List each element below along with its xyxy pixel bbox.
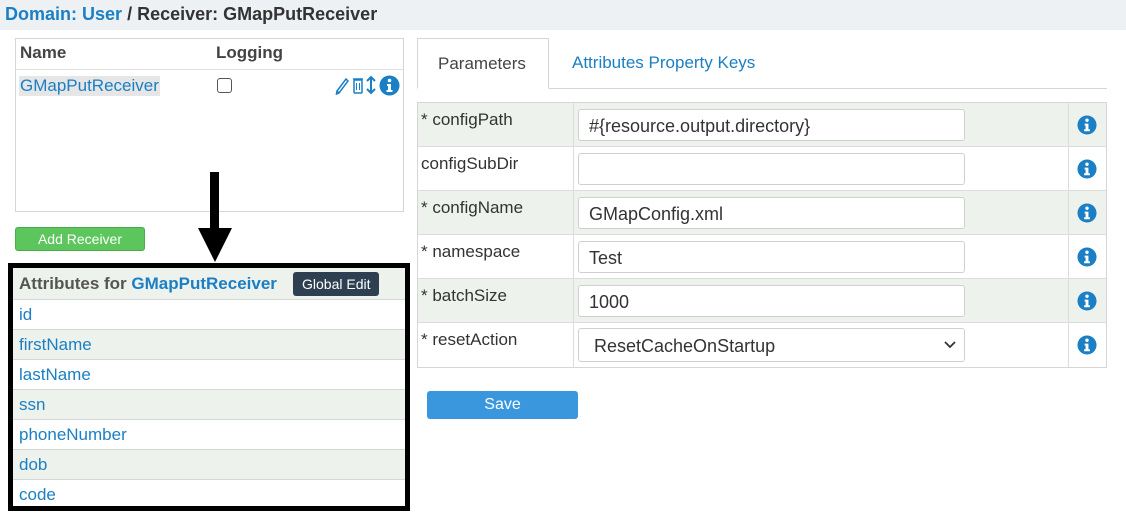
config-subdir-input[interactable] — [578, 153, 965, 185]
column-divider — [573, 147, 574, 191]
column-divider — [573, 323, 574, 367]
attribute-link[interactable]: code — [19, 485, 56, 505]
info-icon[interactable] — [1077, 159, 1097, 179]
tab-parameters[interactable]: Parameters — [417, 38, 549, 89]
column-divider — [1068, 103, 1069, 147]
attributes-title: Attributes for GMapPutReceiver — [19, 274, 277, 294]
attribute-link[interactable]: firstName — [19, 335, 92, 355]
breadcrumb-separator: / — [127, 4, 133, 24]
param-row-namespace: * namespace Test — [418, 235, 1106, 279]
attribute-link[interactable]: id — [19, 305, 32, 325]
attribute-link[interactable]: lastName — [19, 365, 91, 385]
column-divider — [573, 191, 574, 235]
logging-checkbox[interactable] — [217, 78, 232, 93]
attribute-link[interactable]: ssn — [19, 395, 45, 415]
reset-action-selected-value: ResetCacheOnStartup — [594, 336, 776, 356]
tab-attributes-property-keys[interactable]: Attributes Property Keys — [552, 38, 775, 89]
info-icon[interactable] — [1077, 335, 1097, 355]
info-icon[interactable] — [1077, 291, 1097, 311]
column-divider — [1068, 191, 1069, 235]
attribute-row-ssn: ssn — [13, 389, 405, 419]
column-divider — [1068, 235, 1069, 279]
attribute-row-id: id — [13, 299, 405, 329]
param-label: * resetAction — [421, 330, 518, 349]
attribute-link[interactable]: dob — [19, 455, 47, 475]
breadcrumb-domain-link[interactable]: User — [82, 4, 122, 24]
column-divider — [1068, 323, 1069, 367]
trash-icon[interactable] — [352, 75, 364, 95]
param-label: * configName — [421, 198, 524, 217]
attribute-row-dob: dob — [13, 449, 405, 479]
param-label: * batchSize — [421, 286, 507, 305]
info-icon[interactable] — [1077, 203, 1097, 223]
info-icon[interactable] — [1077, 115, 1097, 135]
global-edit-button[interactable]: Global Edit — [293, 272, 380, 296]
param-row-resetaction: * resetAction ResetCacheOnStartup — [418, 323, 1106, 367]
attribute-row-lastname: lastName — [13, 359, 405, 389]
namespace-input[interactable]: Test — [578, 241, 965, 273]
receiver-row: GMapPutReceiver — [16, 69, 403, 101]
column-divider — [1068, 279, 1069, 323]
attribute-link[interactable]: phoneNumber — [19, 425, 127, 445]
callout-arrow — [198, 172, 232, 262]
param-row-batchsize: * batchSize 1000 — [418, 279, 1106, 323]
attributes-panel: Attributes for GMapPutReceiver Global Ed… — [8, 263, 410, 511]
logging-column-header: Logging — [216, 43, 284, 62]
attributes-title-prefix: Attributes for — [19, 274, 127, 293]
attribute-row-firstname: firstName — [13, 329, 405, 359]
breadcrumb-domain-label[interactable]: Domain: — [5, 4, 77, 24]
save-button[interactable]: Save — [427, 391, 578, 419]
breadcrumb: Domain: User / Receiver: GMapPutReceiver — [5, 4, 377, 25]
batch-size-input[interactable]: 1000 — [578, 285, 965, 317]
pencil-icon[interactable] — [334, 75, 350, 95]
attributes-header: Attributes for GMapPutReceiver Global Ed… — [13, 268, 405, 299]
attribute-row-code: code — [13, 479, 405, 506]
info-icon[interactable] — [1077, 247, 1097, 267]
param-label: * configPath — [421, 110, 513, 129]
config-path-input[interactable]: #{resource.output.directory} — [578, 109, 965, 141]
attributes-receiver-link[interactable]: GMapPutReceiver — [131, 274, 277, 293]
param-row-configpath: * configPath #{resource.output.directory… — [418, 103, 1106, 147]
reset-action-select[interactable]: ResetCacheOnStartup — [578, 328, 965, 362]
attribute-row-phonenumber: phoneNumber — [13, 419, 405, 449]
param-label: configSubDir — [421, 154, 519, 173]
info-icon[interactable] — [379, 75, 400, 96]
column-divider — [1068, 147, 1069, 191]
add-receiver-button[interactable]: Add Receiver — [15, 227, 145, 251]
top-bar: Domain: User / Receiver: GMapPutReceiver — [0, 0, 1126, 30]
param-label: * namespace — [421, 242, 521, 261]
column-divider — [573, 279, 574, 323]
param-row-configname: * configName GMapConfig.xml — [418, 191, 1106, 235]
config-name-input[interactable]: GMapConfig.xml — [578, 197, 965, 229]
parameters-table: * configPath #{resource.output.directory… — [417, 102, 1107, 368]
up-down-arrow-icon[interactable] — [366, 75, 376, 95]
name-column-header: Name — [20, 43, 67, 62]
receiver-name-link[interactable]: GMapPutReceiver — [19, 76, 160, 96]
breadcrumb-receiver: Receiver: GMapPutReceiver — [137, 4, 378, 24]
param-row-configsubdir: configSubDir — [418, 147, 1106, 191]
column-divider — [573, 235, 574, 279]
column-divider — [573, 103, 574, 147]
chevron-down-icon — [944, 341, 956, 349]
